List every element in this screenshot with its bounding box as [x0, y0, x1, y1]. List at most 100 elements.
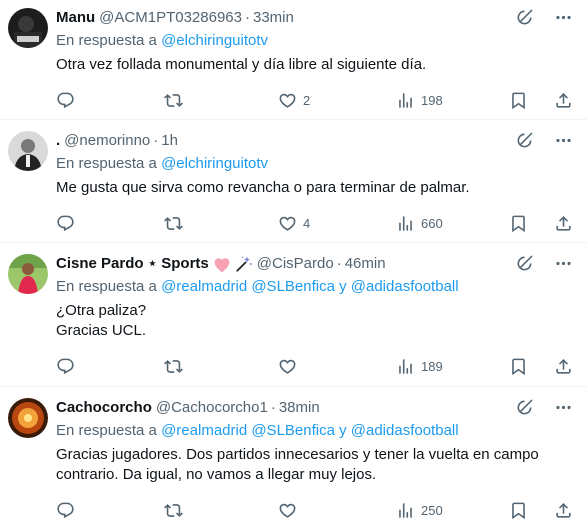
tweet-text-line: Me gusta que sirva como revancha o para … [56, 179, 470, 196]
more-icon[interactable] [554, 398, 573, 417]
reply-icon [56, 501, 75, 520]
like-icon [278, 501, 297, 520]
more-icon[interactable] [554, 8, 573, 27]
separator-dot: · [153, 132, 159, 149]
tweet-text: Gracias jugadores. Dos partidos innecesa… [56, 445, 573, 485]
views-button[interactable]: 198 [396, 91, 508, 110]
reply-prefix: En respuesta a [56, 32, 157, 49]
view-count: 250 [421, 502, 443, 518]
like-count: 2 [303, 92, 311, 108]
avatar[interactable] [8, 131, 48, 171]
reply-mention-link[interactable]: @realmadrid @SLBenfica y @adidasfootball [161, 422, 459, 439]
reply-prefix: En respuesta a [56, 278, 157, 295]
views-icon [396, 91, 415, 110]
share-icon[interactable] [554, 91, 573, 110]
retweet-icon [164, 501, 183, 520]
views-button[interactable]: 189 [396, 357, 508, 376]
avatar[interactable] [8, 8, 48, 48]
reply-button[interactable] [56, 501, 164, 520]
reply-context: En respuesta a @elchiringuitotv [56, 154, 573, 174]
display-name[interactable]: . [56, 131, 60, 151]
like-button[interactable] [278, 501, 396, 520]
reply-button[interactable] [56, 214, 164, 233]
retweet-icon [164, 357, 183, 376]
like-button[interactable] [278, 357, 396, 376]
tweet-text-line: Otra vez follada monumental y día libre … [56, 56, 427, 73]
retweet-button[interactable] [164, 501, 278, 520]
bookmark-icon[interactable] [509, 357, 528, 376]
grok-icon[interactable] [515, 254, 534, 273]
view-count: 660 [421, 215, 443, 231]
action-bar: 189 [56, 356, 573, 391]
like-count: 4 [303, 215, 311, 231]
share-icon[interactable] [554, 357, 573, 376]
reply-mention-link[interactable]: @realmadrid @SLBenfica y @adidasfootball [161, 278, 459, 295]
views-icon [396, 214, 415, 233]
reply-icon [56, 214, 75, 233]
reply-context: En respuesta a @realmadrid @SLBenfica y … [56, 277, 573, 297]
grok-icon[interactable] [515, 398, 534, 417]
grok-icon[interactable] [515, 8, 534, 27]
share-icon[interactable] [554, 214, 573, 233]
reply-button[interactable] [56, 91, 164, 110]
reply-mention-link[interactable]: @elchiringuitotv [161, 32, 268, 49]
like-icon [278, 357, 297, 376]
separator-dot: · [336, 255, 342, 272]
tweet-text: Otra vez follada monumental y día libre … [56, 55, 573, 75]
tweet[interactable]: Cachocorcho @Cachocorcho1 · 38min En res… [0, 387, 587, 526]
views-button[interactable]: 250 [396, 501, 508, 520]
view-count: 189 [421, 358, 443, 374]
avatar[interactable] [8, 254, 48, 294]
user-handle[interactable]: @Cachocorcho1 [156, 398, 268, 418]
views-icon [396, 357, 415, 376]
reply-button[interactable] [56, 357, 164, 376]
tweet-text-line: contrario. Da igual, no vamos a llegar m… [56, 466, 377, 483]
reply-mention-link[interactable]: @elchiringuitotv [161, 155, 268, 172]
avatar[interactable] [8, 398, 48, 438]
retweet-icon [164, 91, 183, 110]
views-button[interactable]: 660 [396, 214, 508, 233]
reply-context: En respuesta a @elchiringuitotv [56, 31, 573, 51]
user-handle[interactable]: @CisPardo [257, 254, 334, 274]
timestamp[interactable]: 46min [345, 254, 386, 274]
view-count: 198 [421, 92, 443, 108]
sparkle-wand-emoji-icon [235, 255, 253, 273]
share-icon[interactable] [554, 501, 573, 520]
more-icon[interactable] [554, 254, 573, 273]
bookmark-icon[interactable] [509, 91, 528, 110]
display-name[interactable]: Cisne Pardo ⋆ Sports [56, 254, 209, 274]
action-bar: 250 [56, 500, 573, 526]
timestamp[interactable]: 33min [253, 8, 294, 28]
tweet[interactable]: Cisne Pardo ⋆ Sports @CisPardo · 46min E… [0, 243, 587, 387]
retweet-icon [164, 214, 183, 233]
like-icon [278, 91, 297, 110]
like-button[interactable]: 4 [278, 214, 396, 233]
separator-dot: · [270, 399, 276, 416]
tweet-text-line: Gracias UCL. [56, 322, 147, 339]
like-button[interactable]: 2 [278, 91, 396, 110]
bookmark-icon[interactable] [509, 214, 528, 233]
reply-icon [56, 357, 75, 376]
retweet-button[interactable] [164, 214, 278, 233]
tweet[interactable]: . @nemorinno · 1h En respuesta a @elchir… [0, 120, 587, 243]
tweet[interactable]: Manu @ACM1PT03286963 · 33min En respuest… [0, 0, 587, 120]
reply-context: En respuesta a @realmadrid @SLBenfica y … [56, 421, 573, 441]
display-name[interactable]: Cachocorcho [56, 398, 152, 418]
retweet-button[interactable] [164, 357, 278, 376]
grok-icon[interactable] [515, 131, 534, 150]
user-handle[interactable]: @ACM1PT03286963 [99, 8, 242, 28]
timestamp[interactable]: 1h [161, 131, 178, 151]
tweet-feed: Manu @ACM1PT03286963 · 33min En respuest… [0, 0, 587, 526]
reply-icon [56, 91, 75, 110]
user-handle[interactable]: @nemorinno [64, 131, 150, 151]
tweet-text-line: Gracias jugadores. Dos partidos innecesa… [56, 446, 539, 463]
views-icon [396, 501, 415, 520]
heart-emoji-icon [212, 255, 232, 273]
timestamp[interactable]: 38min [279, 398, 320, 418]
more-icon[interactable] [554, 131, 573, 150]
reply-prefix: En respuesta a [56, 155, 157, 172]
retweet-button[interactable] [164, 91, 278, 110]
tweet-text: Me gusta que sirva como revancha o para … [56, 178, 573, 198]
display-name[interactable]: Manu [56, 8, 95, 28]
bookmark-icon[interactable] [509, 501, 528, 520]
